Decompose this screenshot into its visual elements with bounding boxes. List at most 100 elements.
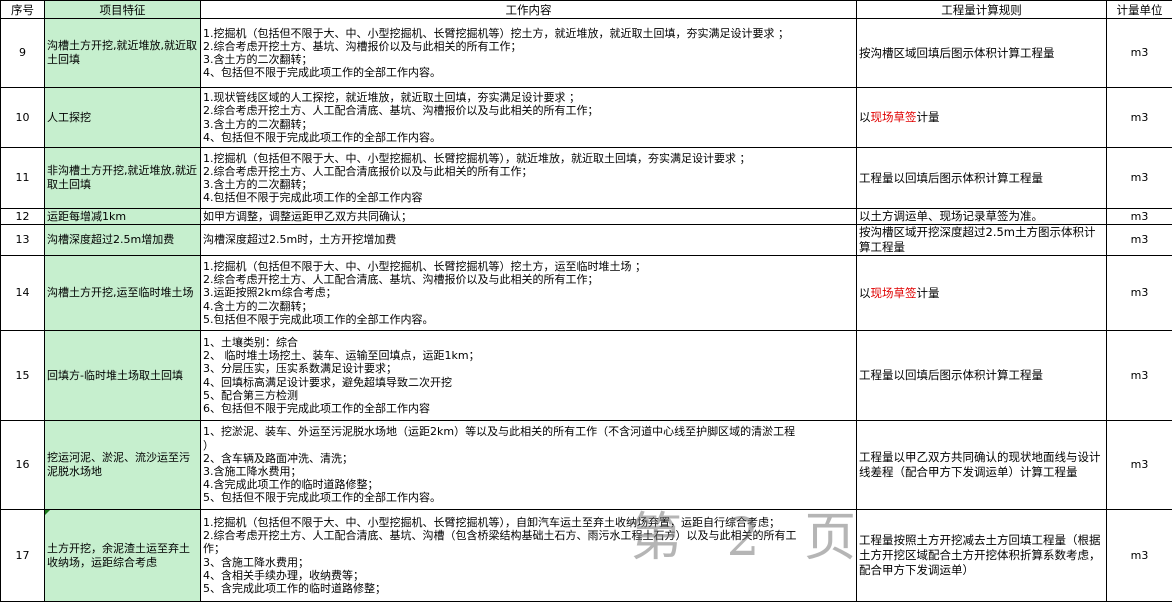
table-row: 11非沟槽土方开挖,就近堆放,就近取土回填1.挖掘机（包括但不限于大、中、小型挖… bbox=[1, 148, 1172, 209]
work-content-line: 5、配合第三方检测 bbox=[203, 389, 854, 402]
calc-rule-text: 以 bbox=[859, 110, 871, 124]
work-content-cell[interactable]: 沟槽深度超过2.5m时，土方开挖增加费 bbox=[201, 225, 857, 256]
header-work[interactable]: 工作内容 bbox=[201, 1, 857, 19]
unit-cell[interactable]: m3 bbox=[1107, 510, 1172, 602]
work-content-line: 3、含施工降水费用； bbox=[203, 556, 854, 569]
feature-cell[interactable]: 运距每增减1km bbox=[45, 209, 201, 225]
header-unit[interactable]: 计量单位 bbox=[1107, 1, 1172, 19]
work-content-cell[interactable]: 1.挖掘机（包括但不限于大、中、小型挖掘机、长臂挖掘机等），就近堆放，就近取土回… bbox=[201, 148, 857, 209]
work-content-line: 6、包括但不限于完成此项工作的全部工作内容 bbox=[203, 402, 854, 415]
work-content-line: 3.含土方的二次翻转； bbox=[203, 118, 854, 131]
work-content-line: 3.含土方的二次翻转； bbox=[203, 178, 854, 191]
work-content-line: 5、包括但不限于完成此项工作的全部工作内容。 bbox=[203, 491, 854, 504]
site-signoff-highlight: 现场草签 bbox=[871, 286, 917, 300]
row-number-cell[interactable]: 12 bbox=[1, 209, 45, 225]
calc-rule-cell[interactable]: 以现场草签计量 bbox=[857, 256, 1107, 331]
row-number-cell[interactable]: 9 bbox=[1, 19, 45, 88]
work-content-cell[interactable]: 如甲方调整，调整运距甲乙双方共同确认； bbox=[201, 209, 857, 225]
table-row: 16挖运河泥、淤泥、流沙运至污泥脱水场地1、挖淤泥、装车、外运至污泥脱水场地（运… bbox=[1, 421, 1172, 510]
feature-cell[interactable]: 沟槽土方开挖,就近堆放,就近取土回填 bbox=[45, 19, 201, 88]
calc-rule-text: 工程量以甲乙双方共同确认的现状地面线与设计线差程（配合甲方下发调运单）计算工程量 bbox=[859, 450, 1101, 479]
feature-cell[interactable]: 挖运河泥、淤泥、流沙运至污泥脱水场地 bbox=[45, 421, 201, 510]
calc-rule-cell[interactable]: 工程量以甲乙双方共同确认的现状地面线与设计线差程（配合甲方下发调运单）计算工程量 bbox=[857, 421, 1107, 510]
calc-rule-cell[interactable]: 工程量按照土方开挖减去土方回填工程量（根据土方开挖区域配合土方开挖体积折算系数考… bbox=[857, 510, 1107, 602]
header-no[interactable]: 序号 bbox=[1, 1, 45, 19]
work-content-line: 1.现状管线区域的人工探挖，就近堆放，就近取土回填，夯实满足设计要求 ； bbox=[203, 91, 854, 104]
table-row: 17土方开挖，余泥渣土运至弃土收纳场，运距综合考虑1.挖掘机（包括但不限于大、中… bbox=[1, 510, 1172, 602]
work-content-line: 如甲方调整，调整运距甲乙双方共同确认； bbox=[203, 210, 854, 223]
work-content-line: 2.综合考虑开挖土方、基坑、沟槽报价以及与此相关的所有工作； bbox=[203, 40, 854, 53]
table-row: 12运距每增减1km如甲方调整，调整运距甲乙双方共同确认； 以土方调运单、现场记录… bbox=[1, 209, 1172, 225]
unit-cell[interactable]: m3 bbox=[1107, 331, 1172, 421]
cell-comment-marker bbox=[45, 510, 50, 515]
work-content-line: 5、含完成此项工作的临时道路修整； bbox=[203, 582, 854, 595]
row-number-cell[interactable]: 13 bbox=[1, 225, 45, 256]
work-content-line: 2、含车辆及路面冲洗、清洗； bbox=[203, 452, 854, 465]
work-content-cell[interactable]: 1、挖淤泥、装车、外运至污泥脱水场地（运距2km）等以及与此相关的所有工作（不含… bbox=[201, 421, 857, 510]
work-content-line: 4.含土方的二次翻转； bbox=[203, 300, 854, 313]
unit-cell[interactable]: m3 bbox=[1107, 256, 1172, 331]
calc-rule-cell[interactable]: 按沟槽区域开挖深度超过2.5m土方图示体积计算工程量 bbox=[857, 225, 1107, 256]
feature-cell[interactable]: 沟槽土方开挖,运至临时堆土场 bbox=[45, 256, 201, 331]
work-content-line: 3.运距按照2km综合考虑； bbox=[203, 286, 854, 299]
unit-cell[interactable]: m3 bbox=[1107, 209, 1172, 225]
work-content-line: 作； bbox=[203, 542, 854, 555]
feature-cell[interactable]: 人工探挖 bbox=[45, 88, 201, 148]
header-rule[interactable]: 工程量计算规则 bbox=[857, 1, 1107, 19]
work-content-line: 2.综合考虑开挖土方、人工配合清底、基坑、沟槽（包含桥梁结构基础土石方、雨污水工… bbox=[203, 529, 854, 542]
row-number-cell[interactable]: 16 bbox=[1, 421, 45, 510]
unit-cell[interactable]: m3 bbox=[1107, 148, 1172, 209]
work-content-cell[interactable]: 1.挖掘机（包括但不限于大、中、小型挖掘机、长臂挖掘机等）挖土方，运至临时堆土场… bbox=[201, 256, 857, 331]
calc-rule-text: 计量 bbox=[917, 110, 940, 124]
work-content-line: 3.含土方的二次翻转； bbox=[203, 53, 854, 66]
unit-cell[interactable]: m3 bbox=[1107, 421, 1172, 510]
calc-rule-text: 工程量以回填后图示体积计算工程量 bbox=[859, 368, 1043, 382]
unit-cell[interactable]: m3 bbox=[1107, 225, 1172, 256]
work-content-line: 1.挖掘机（包括但不限于大、中、小型挖掘机、长臂挖掘机等），就近堆放，就近取土回… bbox=[203, 152, 854, 165]
work-content-line: 1.挖掘机（包括但不限于大、中、小型挖掘机、长臂挖掘机等），自卸汽车运土至弃土收… bbox=[203, 516, 854, 529]
unit-cell[interactable]: m3 bbox=[1107, 19, 1172, 88]
unit-cell[interactable]: m3 bbox=[1107, 88, 1172, 148]
calc-rule-cell[interactable]: 工程量以回填后图示体积计算工程量 bbox=[857, 331, 1107, 421]
work-content-line: 1.挖掘机（包括但不限于大、中、小型挖掘机、长臂挖掘机等）挖土方，就近堆放，就近… bbox=[203, 27, 854, 40]
work-content-line: 5.包括但不限于完成此项工作的全部工作内容。 bbox=[203, 313, 854, 326]
feature-cell[interactable]: 非沟槽土方开挖,就近堆放,就近取土回填 bbox=[45, 148, 201, 209]
feature-cell[interactable]: 回填方-临时堆土场取土回填 bbox=[45, 331, 201, 421]
work-content-line: 2、 临时堆土场挖土、装车、运输至回填点，运距1km； bbox=[203, 349, 854, 362]
calc-rule-text: 以土方调运单、现场记录草签为准。 bbox=[859, 209, 1043, 223]
feature-cell[interactable]: 土方开挖，余泥渣土运至弃土收纳场，运距综合考虑 bbox=[45, 510, 201, 602]
calc-rule-text: 工程量按照土方开挖减去土方回填工程量（根据土方开挖区域配合土方开挖体积折算系数考… bbox=[859, 533, 1101, 577]
work-content-line: 4、回填标高满足设计要求，避免超填导致二次开挖 bbox=[203, 376, 854, 389]
table-row: 14沟槽土方开挖,运至临时堆土场1.挖掘机（包括但不限于大、中、小型挖掘机、长臂… bbox=[1, 256, 1172, 331]
feature-cell[interactable]: 沟槽深度超过2.5m增加费 bbox=[45, 225, 201, 256]
work-content-cell[interactable]: 1.挖掘机（包括但不限于大、中、小型挖掘机、长臂挖掘机等），自卸汽车运土至弃土收… bbox=[201, 510, 857, 602]
work-content-line: 3.含施工降水费用； bbox=[203, 465, 854, 478]
row-number-cell[interactable]: 15 bbox=[1, 331, 45, 421]
calc-rule-text: 按沟槽区域回填后图示体积计算工程量 bbox=[859, 46, 1055, 60]
table-row: 10人工探挖1.现状管线区域的人工探挖，就近堆放，就近取土回填，夯实满足设计要求… bbox=[1, 88, 1172, 148]
work-content-line: 沟槽深度超过2.5m时，土方开挖增加费 bbox=[203, 233, 854, 246]
calc-rule-text: 计量 bbox=[917, 286, 940, 300]
row-number-cell[interactable]: 10 bbox=[1, 88, 45, 148]
work-content-line: 2.综合考虑开挖土方、人工配合清底、基坑、沟槽报价以及与此相关的所有工作； bbox=[203, 273, 854, 286]
calc-rule-cell[interactable]: 以土方调运单、现场记录草签为准。 bbox=[857, 209, 1107, 225]
work-content-line: 2.综合考虑开挖土方、人工配合清底、基坑、沟槽报价以及与此相关的所有工作； bbox=[203, 104, 854, 117]
work-content-line: 4.包括但不限于完成此项工作的全部工作内容 bbox=[203, 191, 854, 204]
work-content-line: 1、挖淤泥、装车、外运至污泥脱水场地（运距2km）等以及与此相关的所有工作（不含… bbox=[203, 425, 854, 438]
header-feature[interactable]: 项目特征 bbox=[45, 1, 201, 19]
work-content-line: 4、包括但不限于完成此项工作的全部工作内容。 bbox=[203, 66, 854, 79]
bill-of-quantities-table: 序号 项目特征 工作内容 工程量计算规则 计量单位 9沟槽土方开挖,就近堆放,就… bbox=[0, 0, 1172, 602]
work-content-cell[interactable]: 1.挖掘机（包括但不限于大、中、小型挖掘机、长臂挖掘机等）挖土方，就近堆放，就近… bbox=[201, 19, 857, 88]
calc-rule-cell[interactable]: 工程量以回填后图示体积计算工程量 bbox=[857, 148, 1107, 209]
row-number-cell[interactable]: 14 bbox=[1, 256, 45, 331]
work-content-line: 4、含相关手续办理，收纳费等； bbox=[203, 569, 854, 582]
row-number-cell[interactable]: 17 bbox=[1, 510, 45, 602]
work-content-cell[interactable]: 1.现状管线区域的人工探挖，就近堆放，就近取土回填，夯实满足设计要求 ；2.综合… bbox=[201, 88, 857, 148]
work-content-line: 4.含完成此项工作的临时道路修整； bbox=[203, 478, 854, 491]
calc-rule-cell[interactable]: 以现场草签计量 bbox=[857, 88, 1107, 148]
calc-rule-cell[interactable]: 按沟槽区域回填后图示体积计算工程量 bbox=[857, 19, 1107, 88]
table-row: 15回填方-临时堆土场取土回填1、土壤类别：综合2、 临时堆土场挖土、装车、运输… bbox=[1, 331, 1172, 421]
row-number-cell[interactable]: 11 bbox=[1, 148, 45, 209]
work-content-cell[interactable]: 1、土壤类别：综合2、 临时堆土场挖土、装车、运输至回填点，运距1km；3、分层… bbox=[201, 331, 857, 421]
work-content-line: 4、包括但不限于完成此项工作的全部工作内容。 bbox=[203, 131, 854, 144]
